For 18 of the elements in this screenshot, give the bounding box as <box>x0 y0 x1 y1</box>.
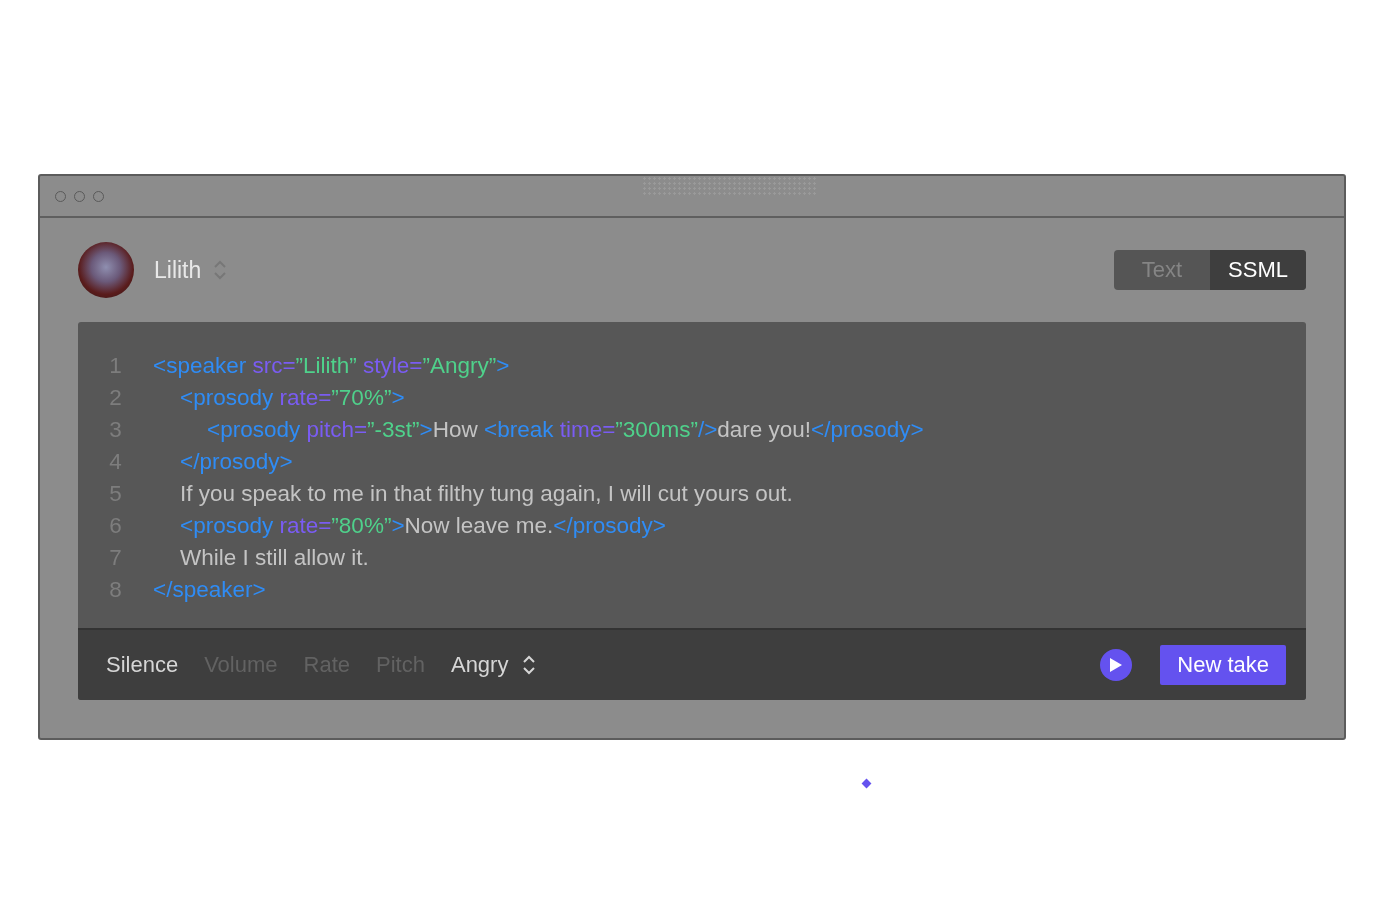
code-line: If you speak to me in that filthy tung again, I will cut yours out. <box>180 481 793 507</box>
play-icon <box>1109 657 1124 673</box>
code-line: </prosody> <box>180 449 293 475</box>
style-selector[interactable]: Angry <box>450 652 537 678</box>
drag-handle[interactable] <box>642 176 818 196</box>
code-line: <prosody rate=”70%”> <box>180 385 405 411</box>
code-line: </speaker> <box>153 577 266 603</box>
speaker-name: Lilith <box>154 256 202 284</box>
toolbar-button[interactable]: Silence <box>106 652 179 678</box>
chevron-updown-icon <box>522 654 537 676</box>
code-line: While I still allow it. <box>180 545 369 571</box>
mode-tab[interactable]: SSML <box>1210 250 1306 290</box>
code-line: <prosody rate=”80%”>Now leave me.</prosody> <box>180 513 666 539</box>
avatar <box>78 242 134 298</box>
code-line: <speaker src=”Lilith” style=”Angry”> <box>153 353 510 379</box>
play-button[interactable] <box>1100 649 1133 681</box>
code-line: <prosody pitch=”-3st”>How <break time=”300ms”/>dare you!</prosody> <box>207 417 924 443</box>
new-take-button[interactable]: New take <box>1160 645 1286 685</box>
